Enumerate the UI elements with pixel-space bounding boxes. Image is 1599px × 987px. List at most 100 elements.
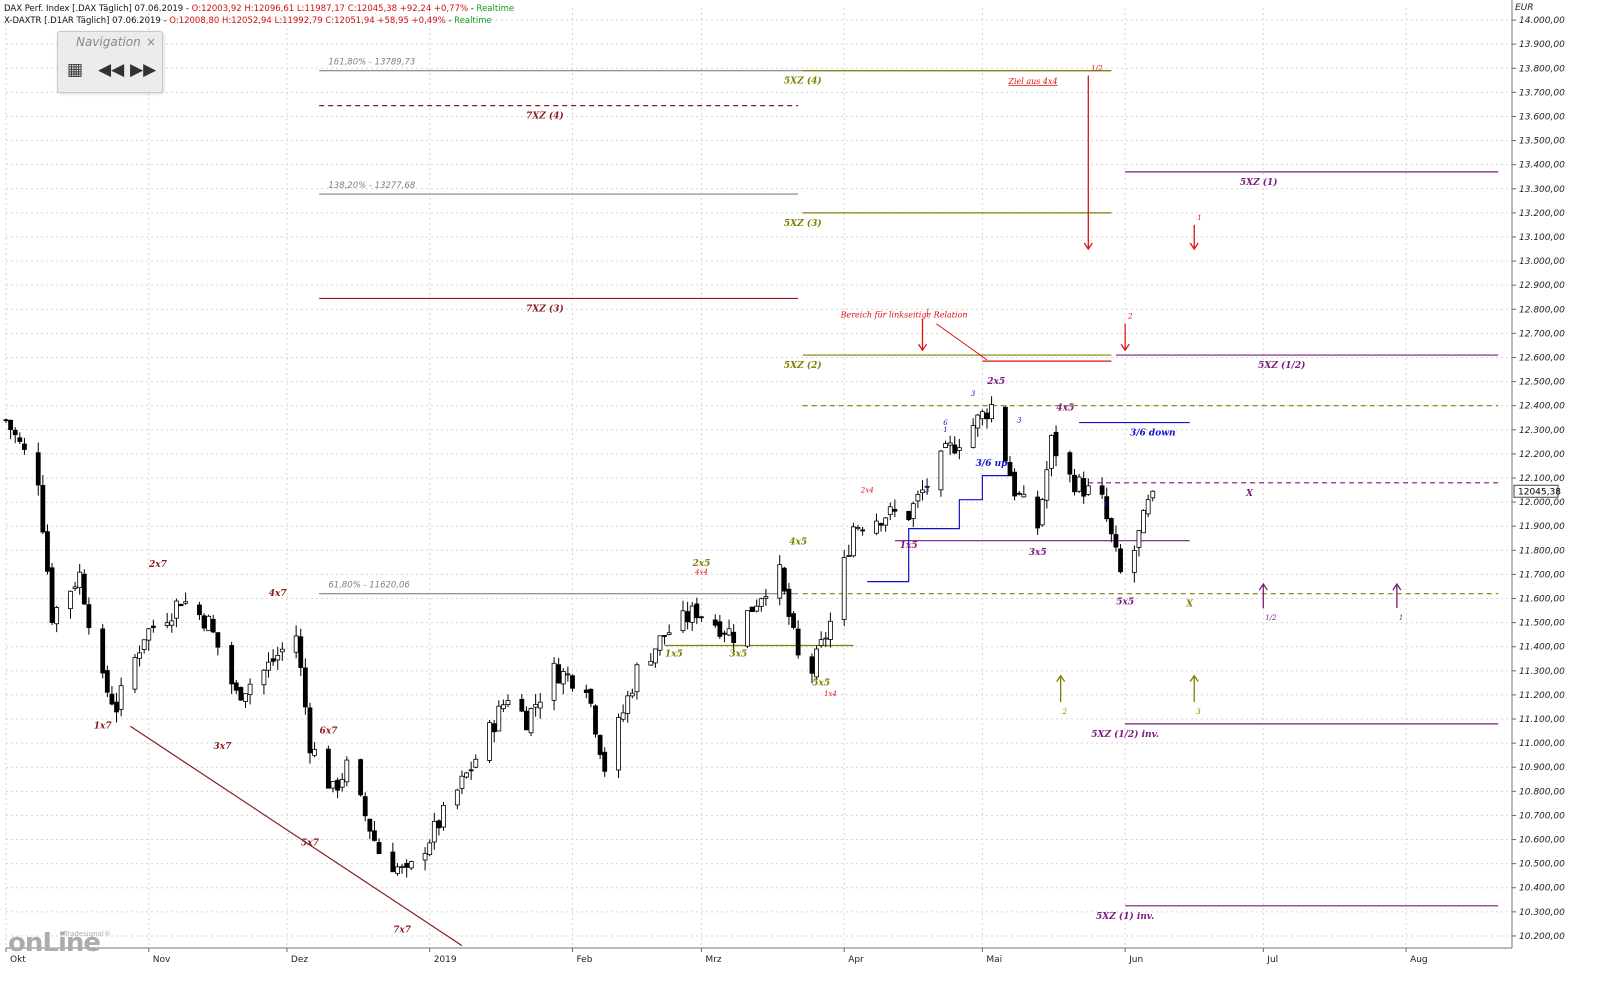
chart-annotation: 4x5 (1056, 404, 1074, 414)
candle-body (86, 604, 92, 629)
x-tick-label: Apr (848, 955, 864, 965)
candle-body (634, 664, 640, 693)
y-tick-label: 14.000,00 (1519, 16, 1565, 26)
candle-body (1136, 530, 1142, 548)
y-tick-label: 11.700,00 (1519, 570, 1565, 580)
scroll-forward-icon[interactable]: ▶▶ (130, 59, 156, 81)
navigation-title: Navigation (76, 35, 141, 49)
candle-body (358, 759, 364, 796)
chart-annotation: 1x7 (94, 722, 113, 732)
chart-annotation: 1x4 (824, 690, 837, 698)
level-label: 3/6 down (1130, 429, 1176, 439)
y-tick-label: 10.900,00 (1519, 763, 1565, 773)
y-tick-label: 12.500,00 (1519, 378, 1565, 388)
price-chart[interactable]: 10.200,00 10.300,00 10.400,00 10.500,00 10.6… (0, 0, 1599, 987)
candle-body (556, 664, 562, 684)
candle-body (1049, 435, 1054, 469)
candle-body (827, 620, 833, 640)
candle-body (1007, 462, 1013, 476)
candle-body (887, 506, 893, 516)
candle-body (1067, 452, 1073, 475)
candle-body (362, 796, 368, 817)
candle-body (325, 748, 331, 789)
candle-body (339, 779, 345, 788)
candle-body (473, 758, 479, 768)
candle-body (906, 511, 912, 521)
candle-body (570, 675, 575, 689)
candle-body (689, 605, 695, 623)
y-tick-label: 10.400,00 (1519, 884, 1565, 894)
candle-body (137, 652, 142, 659)
candle-body (874, 520, 879, 534)
candle-body (404, 862, 410, 868)
candle-body (408, 861, 414, 869)
chart-annotation: 7x7 (393, 925, 412, 935)
navigation-panel[interactable]: Navigation × ▦ ◀◀ ▶▶ (57, 31, 163, 93)
candle-body (312, 748, 317, 756)
trendline (130, 725, 463, 947)
level-label: 5XZ (3) (784, 218, 822, 229)
candle-body (104, 670, 110, 693)
y-tick-label: 13.800,00 (1519, 64, 1565, 74)
candle-body (1016, 492, 1022, 495)
y-tick-label: 13.600,00 (1519, 112, 1565, 122)
header-dax-status: Realtime (476, 4, 515, 14)
header-line-dax: DAX Perf. Index [.DAX Täglich] 07.06.201… (4, 4, 514, 14)
signal-arrow-label: 1 (1399, 614, 1403, 622)
candle-body (422, 853, 428, 861)
candle-body (399, 866, 405, 869)
level-label: 7XZ (4) (526, 111, 564, 122)
chart-annotation: 3 (971, 390, 976, 398)
chart-annotation: Ziel aus 4x4 (1007, 77, 1057, 86)
level-label: 5XZ (2) (784, 360, 822, 371)
candle-body (72, 586, 78, 589)
candle-body (620, 712, 626, 720)
y-tick-label: 10.500,00 (1519, 860, 1565, 870)
chart-annotation: 3/6 up (976, 459, 1008, 469)
y-tick-label: 13.200,00 (1519, 209, 1565, 219)
level-label: 5XZ (1) (1240, 177, 1278, 188)
header-dax-values: O:12003,92 H:12096,61 L:11987,17 C:12045… (191, 4, 469, 14)
candle-body (846, 554, 852, 557)
y-tick-label: 11.200,00 (1519, 691, 1565, 701)
candle-body (496, 705, 502, 732)
chart-annotation: 3x5 (729, 649, 747, 659)
candle-body (855, 527, 861, 530)
candle-body (915, 494, 921, 502)
close-icon[interactable]: × (146, 35, 156, 49)
candle-body (206, 615, 212, 632)
y-tick-label: 13.300,00 (1519, 185, 1565, 195)
candle-body (699, 616, 704, 619)
candle-body (597, 734, 603, 755)
candle-body (40, 485, 46, 533)
candle-body (487, 722, 492, 761)
candle-body (851, 526, 856, 557)
candle-body (652, 648, 658, 664)
grid-menu-icon[interactable]: ▦ (67, 59, 83, 81)
scroll-back-icon[interactable]: ◀◀ (98, 59, 124, 81)
x-tick-label: Feb (576, 955, 592, 965)
candle-body (376, 842, 382, 855)
level-label: X (1245, 489, 1254, 499)
candle-body (344, 759, 350, 783)
x-tick-label: Jun (1128, 955, 1143, 965)
x-tick-label: Nov (153, 955, 171, 965)
candle-body (519, 698, 525, 712)
candle-body (910, 503, 916, 519)
candle-body (1099, 485, 1105, 495)
candle-body (1002, 406, 1008, 462)
candle-body (1085, 485, 1091, 495)
candle-body (763, 596, 769, 599)
candle-body (169, 620, 175, 626)
candle-body (491, 723, 497, 733)
candle-body (809, 656, 815, 674)
y-tick-label: 12.400,00 (1519, 402, 1565, 412)
candle-body (247, 683, 253, 695)
candle-body (823, 637, 829, 640)
chart-annotation: 2x5 (986, 377, 1005, 387)
candle-body (464, 772, 469, 778)
candle-body (1044, 469, 1050, 501)
chart-annotation: 5x7 (301, 839, 320, 849)
candle-body (1076, 476, 1082, 492)
candle-body (164, 622, 170, 626)
